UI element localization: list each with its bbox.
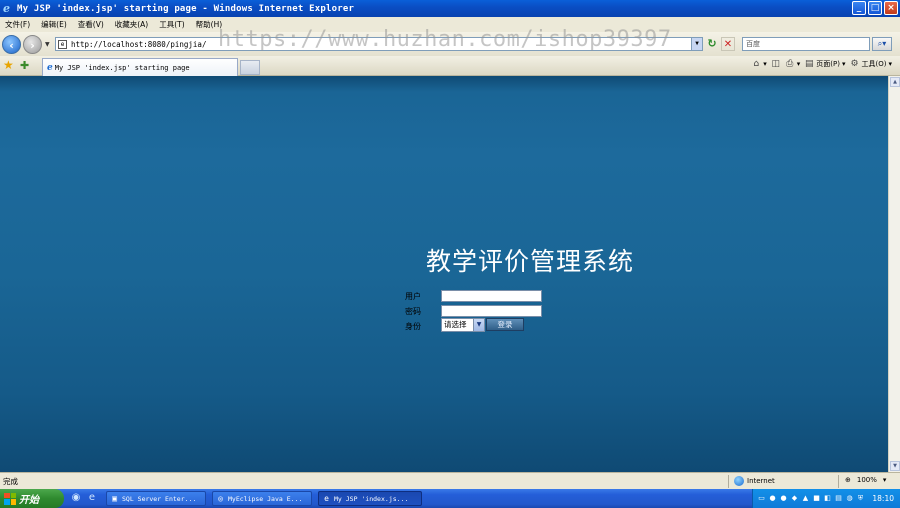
role-label: 身份 [405, 322, 421, 331]
system-title: 教学评价管理系统 [426, 247, 635, 276]
menu-bar: 文件(F) 编辑(E) 查看(V) 收藏夹(A) 工具(T) 帮助(H) [0, 17, 900, 32]
status-divider [728, 475, 729, 488]
tray-app-icon[interactable]: ◆ [790, 494, 799, 503]
title-bar: e My JSP 'index.jsp' starting page - Win… [0, 0, 900, 17]
tray-app-icon[interactable]: ● [779, 494, 788, 503]
page-menu[interactable]: ▤ 页面(P) ▾ [804, 59, 845, 69]
scroll-down-icon[interactable]: ▼ [890, 461, 900, 471]
new-tab-button[interactable] [240, 60, 260, 75]
gear-icon: ⚙ [850, 59, 859, 69]
ie-icon: e [324, 494, 329, 503]
tray-app-icon[interactable]: ▲ [801, 494, 810, 503]
password-label: 密码 [405, 307, 421, 316]
username-field[interactable] [441, 290, 542, 302]
tab-bar: ★ ✚ e My JSP 'index.jsp' starting page ⌂… [0, 56, 900, 76]
menu-edit[interactable]: 编辑(E) [41, 19, 67, 30]
stop-icon[interactable]: ✕ [721, 37, 735, 51]
zoom-control[interactable]: ⊕ 100% ▾ [845, 476, 886, 484]
zoom-dropdown-icon: ▾ [882, 476, 887, 484]
task-myeclipse[interactable]: ◎ MyEclipse Java E... [212, 491, 312, 506]
url-dropdown-icon[interactable]: ▼ [691, 38, 702, 50]
forward-arrow-icon[interactable]: › [23, 34, 42, 54]
ie-icon: e [3, 2, 10, 15]
minimize-button[interactable]: _ [852, 1, 866, 15]
page-icon: ▤ [805, 59, 814, 69]
tools-menu[interactable]: ⚙ 工具(O) ▾ [850, 59, 892, 69]
search-input[interactable]: 百度 [742, 37, 870, 51]
window-title: My JSP 'index.jsp' starting page - Windo… [17, 3, 355, 14]
command-bar: ⌂ ▾ ◫ ⎙ ▾ ▤ 页面(P) ▾ ⚙ 工具(O) ▾ [751, 59, 892, 69]
home-icon: ⌂ [753, 59, 760, 69]
keyboard-icon[interactable]: ▭ [757, 494, 766, 503]
task-ie[interactable]: e My JSP 'index.js... [318, 491, 422, 506]
feeds-button[interactable]: ◫ [771, 59, 781, 69]
home-button[interactable]: ⌂ ▾ [751, 59, 766, 69]
url-field[interactable]: e http://localhost:8080/pingjia/ ▼ [55, 37, 703, 51]
address-bar: ‹ › ▼ e http://localhost:8080/pingjia/ ▼… [0, 32, 900, 56]
scroll-up-icon[interactable]: ▲ [890, 77, 900, 87]
vertical-scrollbar[interactable]: ▲ ▼ [888, 76, 900, 472]
zoom-icon: ⊕ [845, 476, 851, 484]
status-divider [838, 475, 839, 488]
menu-help[interactable]: 帮助(H) [196, 19, 223, 30]
history-dropdown-icon[interactable]: ▼ [45, 41, 50, 48]
print-button[interactable]: ⎙ ▾ [785, 59, 800, 69]
tray-app-icon[interactable]: ■ [812, 494, 821, 503]
tray-app-icon[interactable]: ◍ [845, 494, 854, 503]
globe-icon [734, 476, 744, 486]
rss-icon: ◫ [771, 59, 781, 69]
eclipse-icon: ◎ [218, 494, 223, 503]
tab-current[interactable]: e My JSP 'index.jsp' starting page [42, 58, 238, 76]
status-text: 完成 [3, 476, 18, 486]
start-label: 开始 [19, 495, 39, 506]
tray-app-icon[interactable]: ◧ [823, 494, 832, 503]
tray-app-icon[interactable]: ▤ [834, 494, 843, 503]
security-zone: Internet [734, 476, 775, 486]
clock: 18:10 [872, 494, 894, 503]
close-button[interactable]: × [884, 1, 898, 15]
system-tray: ▭ ● ● ◆ ▲ ■ ◧ ▤ ◍ ⛨ 18:10 [752, 489, 900, 508]
login-button[interactable]: 登录 [486, 318, 524, 331]
tray-app-icon[interactable]: ● [768, 494, 777, 503]
start-button[interactable]: 开始 [0, 489, 64, 508]
zone-label: Internet [747, 477, 775, 485]
page-icon: e [58, 39, 67, 49]
windows-logo-icon [4, 492, 16, 505]
window-controls: _ □ × [852, 1, 898, 15]
status-bar: 完成 Internet ⊕ 100% ▾ [0, 472, 900, 489]
search-icon[interactable]: ⌕▾ [872, 37, 892, 51]
back-arrow-icon[interactable]: ‹ [2, 34, 21, 54]
tab-title: My JSP 'index.jsp' starting page [54, 63, 190, 72]
role-select[interactable]: 请选择 ▼ [441, 318, 485, 332]
sql-server-icon: ▣ [112, 494, 117, 503]
star-icon[interactable]: ★ [3, 59, 16, 72]
password-field[interactable] [441, 305, 542, 317]
user-label: 用户 [405, 292, 421, 301]
taskbar: 开始 ◉ e ▣ SQL Server Enter... ◎ MyEclipse… [0, 489, 900, 508]
role-selected-value: 请选择 [444, 320, 467, 329]
menu-file[interactable]: 文件(F) [5, 19, 30, 30]
refresh-icon[interactable]: ↻ [705, 37, 719, 51]
quicklaunch-explorer-icon[interactable]: ◉ [70, 492, 82, 504]
task-sql-server[interactable]: ▣ SQL Server Enter... [106, 491, 206, 506]
printer-icon: ⎙ [786, 59, 794, 69]
menu-view[interactable]: 查看(V) [78, 19, 104, 30]
add-favorite-icon[interactable]: ✚ [20, 59, 33, 72]
url-text: http://localhost:8080/pingjia/ [71, 39, 207, 49]
chevron-down-icon[interactable]: ▼ [473, 319, 484, 331]
maximize-button[interactable]: □ [868, 1, 882, 15]
shield-icon[interactable]: ⛨ [856, 494, 865, 503]
menu-favorites[interactable]: 收藏夹(A) [115, 19, 148, 30]
ie-tab-icon: e [47, 62, 53, 73]
zoom-level: 100% [856, 476, 877, 484]
quicklaunch-ie-icon[interactable]: e [86, 492, 98, 504]
menu-tools[interactable]: 工具(T) [159, 19, 184, 30]
